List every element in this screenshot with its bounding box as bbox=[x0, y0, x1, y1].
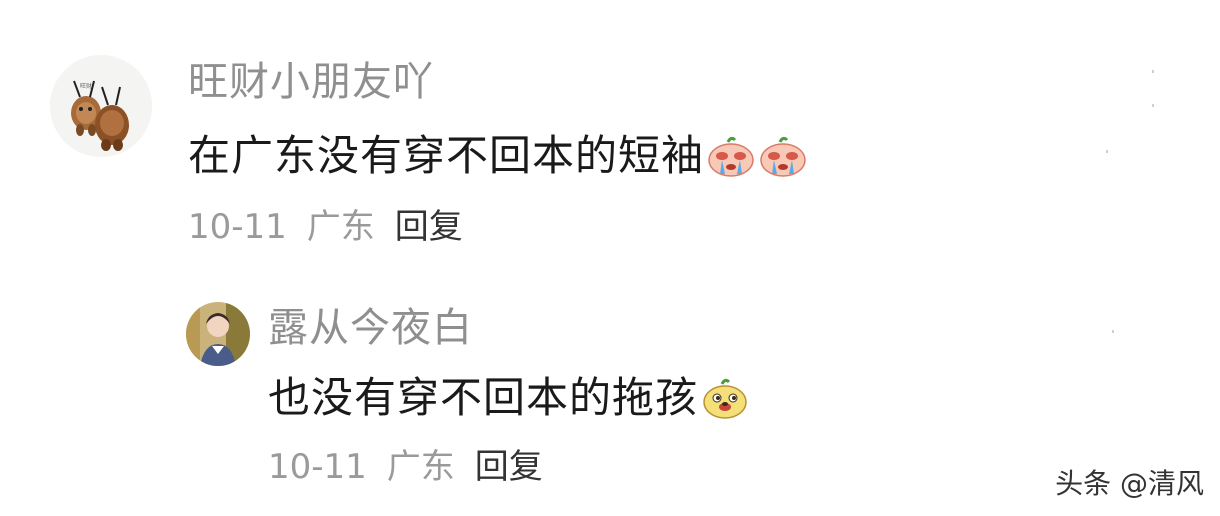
scan-artifact bbox=[1112, 330, 1114, 333]
comment-text-2: 也没有穿不回本的拖孩 bbox=[268, 372, 750, 424]
comment-location-1: 广东 bbox=[306, 207, 375, 247]
reply-button-1[interactable]: 回复 bbox=[395, 206, 463, 248]
comment-meta-1: 10-11 广东 回复 bbox=[188, 206, 463, 248]
avatar-portrait-icon bbox=[186, 302, 250, 366]
smug-face-emoji-icon bbox=[703, 378, 747, 419]
scan-artifact bbox=[1152, 70, 1154, 73]
comment-date-1: 10-11 bbox=[188, 207, 287, 247]
comment-location-2: 广东 bbox=[386, 447, 455, 487]
scan-artifact bbox=[1106, 150, 1108, 153]
avatar-plush-toy-icon: 旺财 bbox=[50, 55, 152, 157]
comment-text-content-1: 在广东没有穿不回本的短袖 bbox=[188, 131, 705, 180]
crying-face-emoji-icon bbox=[760, 136, 806, 177]
comment-item-1: 旺财 旺财小朋友吖 在广东没有穿不回本的短袖 10-11 广东 回复 bbox=[0, 0, 1220, 260]
comment-text-1: 在广东没有穿不回本的短袖 bbox=[188, 130, 808, 182]
comment-username-2[interactable]: 露从今夜白 bbox=[268, 304, 473, 352]
user-avatar-1[interactable]: 旺财 bbox=[50, 55, 152, 157]
crying-face-emoji-icon bbox=[708, 136, 754, 177]
avatar-caption-text: 旺财 bbox=[80, 82, 92, 90]
comment-meta-2: 10-11 广东 回复 bbox=[268, 446, 543, 488]
scan-artifact bbox=[1152, 104, 1154, 107]
watermark-text: 头条 @清风 bbox=[1055, 467, 1204, 500]
comment-date-2: 10-11 bbox=[268, 447, 367, 487]
reply-button-2[interactable]: 回复 bbox=[475, 446, 543, 488]
user-avatar-2[interactable] bbox=[186, 302, 250, 366]
comment-username-1[interactable]: 旺财小朋友吖 bbox=[188, 58, 434, 106]
comment-item-2: 露从今夜白 也没有穿不回本的拖孩 10-11 广东 回复 bbox=[0, 280, 1220, 500]
comment-text-content-2: 也没有穿不回本的拖孩 bbox=[268, 373, 699, 422]
